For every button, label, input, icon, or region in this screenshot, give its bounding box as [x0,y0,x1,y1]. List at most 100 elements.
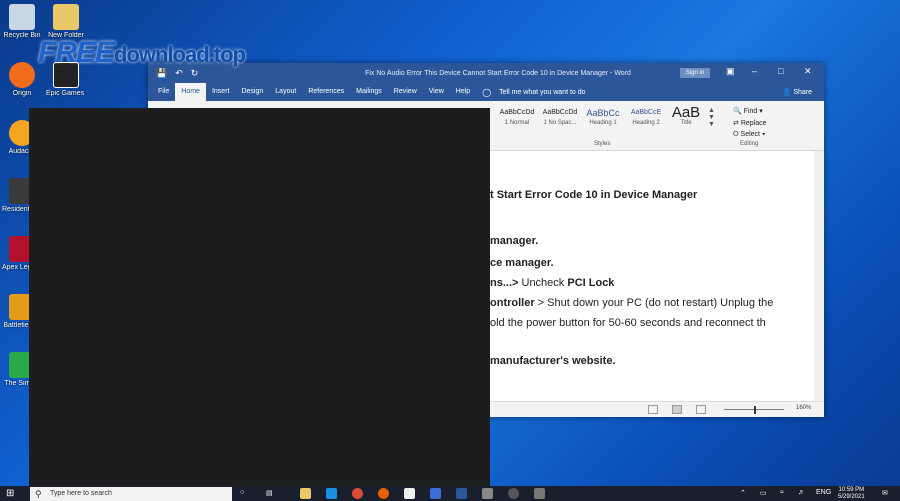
style-title[interactable]: AaB Title [668,104,704,126]
replace-label: Replace [740,120,767,127]
style-preview: AaBbCcDd [499,109,535,116]
find-button[interactable]: 🔍 Find ▾ [733,107,763,115]
doc-line: manager. [490,235,539,247]
lightbulb-icon: ◯ [482,87,492,97]
doc-line: ce manager. [490,257,554,269]
share-button[interactable]: 👤 Share [783,88,812,96]
select-label: Select [740,131,761,138]
style-heading-2[interactable]: AaBbCcE Heading 2 [626,106,666,126]
windows-start-icon[interactable]: ⊞ [6,488,14,499]
style-preview: AaBbCcDd [542,109,578,116]
tray-up-arrow-icon[interactable]: ⌃ [740,489,746,497]
styles-gallery-more-icon[interactable]: ▲ ▼ ▼ [708,107,715,128]
tab-view[interactable]: View [423,83,450,101]
doc-line: old the power button for 50-60 seconds a… [490,317,766,329]
ribbon-tabs: File Home Insert Design Layout Reference… [148,83,824,101]
cortana-icon[interactable]: ○ [240,489,244,496]
tab-references[interactable]: References [302,83,350,101]
print-layout-button[interactable] [672,405,682,414]
clock-time: 10:59 PM [838,487,865,493]
doc-line-bold: ns...> [490,277,519,289]
volume-icon[interactable]: ♬ [798,489,805,496]
replace-button[interactable]: ⇄ Replace [733,119,767,127]
search-icon: ⚲ [35,489,42,499]
wifi-icon[interactable]: ≈ [780,489,784,496]
taskbar-search-input[interactable]: ⚲ Type here to search [30,487,232,501]
desktop-icon-recycle-bin[interactable]: Recycle Bin [2,4,42,40]
close-icon[interactable]: ✕ [804,66,812,77]
desktop-icon-label: Recycle Bin [3,32,41,39]
taskbar-clock[interactable]: 10:59 PM 5/29/2021 [838,487,865,501]
style-heading-1[interactable]: AaBbCc Heading 1 [584,106,622,126]
desktop-icon-new-folder[interactable]: New Folder [46,4,86,40]
style-name: 1 No Spac... [543,120,577,126]
style-preview: AaBbCc [586,108,620,118]
recycle-bin-icon [9,4,35,30]
word-taskbar-icon[interactable] [456,488,467,499]
watermark-site: download.top [114,42,246,67]
tab-help[interactable]: Help [450,83,476,101]
edge-icon[interactable] [326,488,337,499]
maximize-icon[interactable]: □ [778,66,783,76]
style-preview: AaBbCcE [630,109,662,116]
photos-icon[interactable] [430,488,441,499]
minimize-icon[interactable]: – [752,66,757,76]
share-label: Share [793,89,812,96]
notifications-icon[interactable]: ✉ [882,489,888,497]
style-no-spacing[interactable]: AaBbCcDd 1 No Spac... [540,106,580,126]
tab-design[interactable]: Design [235,83,269,101]
style-name: Heading 2 [632,120,660,126]
title-bar[interactable]: 💾 ↶ ↻ Fix No Audio Error This Device Can… [148,63,824,83]
zoom-slider-thumb[interactable] [754,406,756,414]
tab-home[interactable]: Home [175,83,206,101]
select-button[interactable]: ⭘ Select ▾ [733,131,765,139]
app-icon[interactable] [508,488,519,499]
doc-line: ns...> Uncheck PCI Lock [490,277,615,289]
task-view-icon[interactable]: ▤ [266,489,273,497]
store-icon[interactable] [404,488,415,499]
language-indicator[interactable]: ENG [816,489,831,496]
settings-icon[interactable] [482,488,493,499]
desktop-icon-label: Epic Games Launcher [46,90,86,97]
document-title: Fix No Audio Error This Device Cannot St… [365,70,631,77]
folder-icon [53,4,79,30]
style-normal[interactable]: AaBbCcDd 1 Normal [498,106,536,126]
taskbar: ⊞ ⚲ Type here to search ○ ▤ ⌃ ▭ ≈ ♬ ENG … [0,486,900,501]
read-mode-button[interactable] [648,405,658,414]
find-label: Find [743,108,758,115]
origin-icon [9,62,35,88]
search-placeholder: Type here to search [50,490,112,497]
chrome-icon[interactable] [352,488,363,499]
tab-insert[interactable]: Insert [206,83,236,101]
tab-review[interactable]: Review [388,83,423,101]
tab-mailings[interactable]: Mailings [350,83,388,101]
tab-file[interactable]: File [152,83,175,101]
doc-line: ontroller > Shut down your PC (do not re… [490,297,774,309]
clock-date: 5/29/2021 [838,494,865,500]
watermark-brand: FREE [38,36,115,69]
desktop-icon-label: Origin [12,90,32,97]
dark-overlay-panel [29,108,490,488]
zoom-level[interactable]: 160% [796,405,811,411]
app-icon[interactable] [534,488,545,499]
web-layout-button[interactable] [696,405,706,414]
watermark-logo: FREEdownload.top [38,36,246,70]
tell-me-search[interactable]: Tell me what you want to do [499,89,585,96]
doc-line: t Start Error Code 10 in Device Manager [490,189,698,201]
style-name: 1 Normal [504,120,530,126]
network-icon[interactable]: ▭ [760,489,767,497]
tab-layout[interactable]: Layout [269,83,302,101]
controller-text: ontroller [490,297,535,309]
ribbon-display-options-icon[interactable]: ▣ [726,66,735,77]
style-name: Heading 1 [589,120,617,126]
desktop-icon-origin[interactable]: Origin [2,62,42,98]
doc-line: manufacturer's website. [490,355,616,367]
group-label-editing: Editing [740,141,759,147]
style-preview: AaB [671,104,701,121]
group-label-styles: Styles [594,141,611,147]
firefox-icon[interactable] [378,488,389,499]
vertical-scrollbar[interactable] [814,151,824,401]
file-explorer-icon[interactable] [300,488,311,499]
pci-lock-text: PCI Lock [567,277,615,289]
sign-in-button[interactable]: Sign in [680,68,710,78]
